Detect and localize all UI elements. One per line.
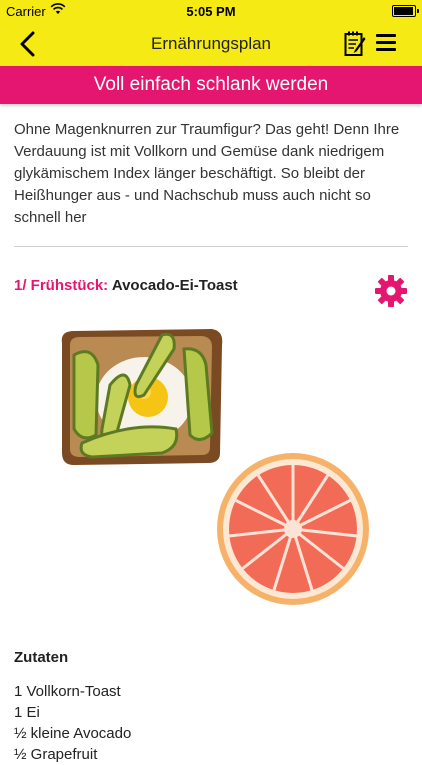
battery-icon bbox=[392, 5, 419, 17]
ingredients-list: 1 Vollkorn-Toast 1 Ei ½ kleine Avocado ½… bbox=[14, 681, 131, 765]
meal-label: 1/ Frühstück: bbox=[14, 277, 109, 294]
status-time: 5:05 PM bbox=[186, 4, 236, 19]
hamburger-menu-icon[interactable] bbox=[376, 34, 396, 52]
ingredients-heading: Zutaten bbox=[14, 649, 69, 666]
navigation-bar: Ernährungsplan bbox=[0, 22, 422, 66]
ingredient-item: 1 Vollkorn-Toast bbox=[14, 683, 121, 700]
gear-icon[interactable] bbox=[374, 274, 408, 308]
notepad-icon[interactable] bbox=[344, 31, 366, 57]
banner-heading: Voll einfach schlank werden bbox=[0, 66, 422, 104]
ingredient-item: 1 Ei bbox=[14, 704, 40, 721]
avocado-egg-toast-image bbox=[61, 329, 223, 465]
meal-title: 1/ Frühstück: Avocado-Ei-Toast bbox=[14, 277, 238, 294]
ingredient-item: ½ Grapefruit bbox=[14, 746, 98, 763]
grapefruit-image bbox=[217, 453, 369, 605]
ingredient-item: ½ kleine Avocado bbox=[14, 725, 132, 742]
divider bbox=[14, 246, 408, 247]
meal-name: Avocado-Ei-Toast bbox=[111, 277, 238, 294]
intro-text: Ohne Magenknurren zur Traumfigur? Das ge… bbox=[14, 121, 400, 226]
status-bar: Carrier 5:05 PM bbox=[0, 0, 422, 22]
